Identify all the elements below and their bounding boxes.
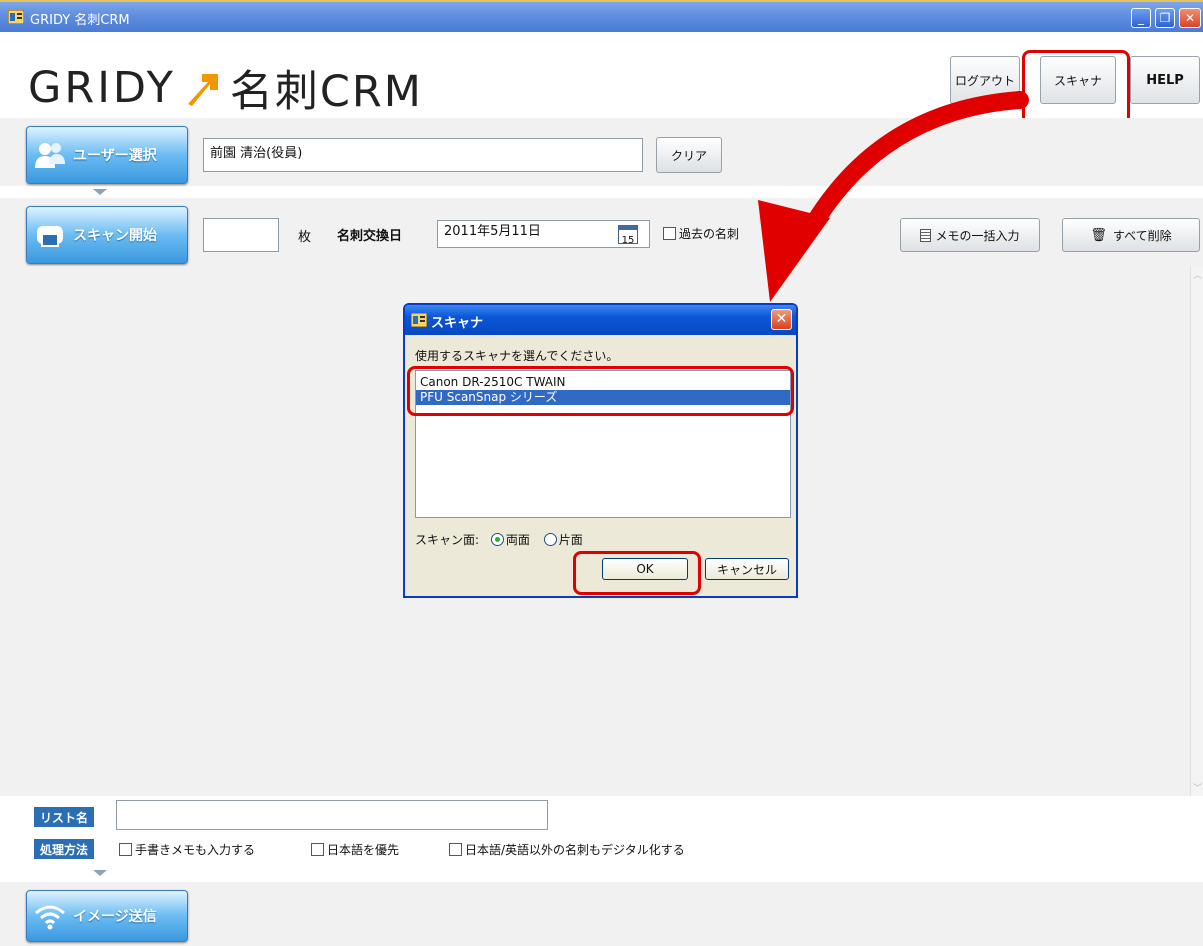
dialog-titlebar: スキャナ ✕ bbox=[405, 305, 796, 335]
printer-icon bbox=[37, 226, 63, 247]
simplex-radio[interactable] bbox=[543, 533, 557, 546]
calendar-day: 15 bbox=[621, 235, 635, 246]
japanese-priority-label: 日本語を優先 bbox=[327, 843, 400, 857]
window-titlebar: GRIDY 名刺CRM _ ❐ ✕ bbox=[0, 0, 1203, 32]
handwritten-checkbox[interactable] bbox=[119, 843, 132, 856]
content-scrollbar[interactable]: ︿ ﹀ bbox=[1190, 266, 1203, 796]
delete-all-label: すべて削除 bbox=[1112, 228, 1172, 243]
duplex-label: 両面 bbox=[505, 533, 530, 547]
user-field[interactable]: 前園 清治(役員) bbox=[203, 138, 643, 172]
select-user-button[interactable]: ユーザー選択 bbox=[26, 126, 188, 184]
simplex-option[interactable]: 片面 bbox=[543, 533, 583, 547]
exchange-date-label: 名刺交換日 bbox=[337, 229, 403, 244]
japanese-priority-option[interactable]: 日本語を優先 bbox=[311, 841, 399, 858]
help-button[interactable]: HELP bbox=[1130, 56, 1200, 104]
past-cards-checkbox[interactable] bbox=[663, 227, 676, 240]
handwritten-label: 手書きメモも入力する bbox=[135, 843, 256, 857]
send-bar: イメージ送信 bbox=[0, 882, 1203, 946]
start-scan-button[interactable]: スキャン開始 bbox=[26, 206, 188, 264]
past-cards-label: 過去の名刺 bbox=[679, 227, 740, 241]
scanner-list-highlight bbox=[407, 366, 794, 416]
users-icon bbox=[35, 143, 65, 168]
step-down-arrow-icon bbox=[93, 189, 107, 195]
past-cards-option[interactable]: 過去の名刺 bbox=[663, 225, 739, 242]
ok-highlight bbox=[573, 551, 701, 595]
delete-all-button[interactable]: 🗑 すべて削除 bbox=[1062, 218, 1200, 252]
clear-button[interactable]: クリア bbox=[656, 137, 722, 173]
gridy-logo: GRIDY 名刺CRM bbox=[28, 57, 423, 119]
bottom-options: リスト名 処理方法 手書きメモも入力する 日本語を優先 日本語/英語以外の名刺も… bbox=[0, 796, 1203, 864]
other-languages-checkbox[interactable] bbox=[449, 843, 462, 856]
start-scan-label: スキャン開始 bbox=[73, 228, 157, 244]
scan-side-group: スキャン面: 両面 片面 bbox=[415, 531, 583, 548]
handwritten-option[interactable]: 手書きメモも入力する bbox=[119, 841, 255, 858]
send-image-button[interactable]: イメージ送信 bbox=[26, 890, 188, 942]
scan-side-label: スキャン面: bbox=[415, 533, 480, 547]
trash-icon: 🗑 bbox=[1090, 227, 1107, 243]
annotation-arrow bbox=[758, 91, 1029, 302]
list-name-field[interactable] bbox=[116, 800, 548, 830]
list-name-tag: リスト名 bbox=[34, 807, 94, 827]
method-tag: 処理方法 bbox=[34, 839, 94, 859]
dialog-close-button[interactable]: ✕ bbox=[771, 309, 792, 330]
dialog-title: スキャナ bbox=[431, 316, 484, 331]
restore-button[interactable]: ❐ bbox=[1155, 8, 1175, 28]
calendar-icon[interactable]: 15 bbox=[618, 225, 638, 246]
exchange-date-value: 2011年5月11日 bbox=[444, 224, 541, 239]
step-down-arrow-icon-2 bbox=[93, 870, 107, 876]
duplex-option[interactable]: 両面 bbox=[490, 533, 530, 547]
logo-crm-text: 名刺CRM bbox=[229, 67, 423, 117]
dialog-app-icon bbox=[411, 313, 427, 327]
close-window-button[interactable]: ✕ bbox=[1179, 8, 1201, 28]
send-image-label: イメージ送信 bbox=[73, 909, 157, 925]
scroll-up-icon[interactable]: ︿ bbox=[1193, 268, 1202, 281]
window-title: GRIDY 名刺CRM bbox=[30, 13, 130, 28]
minimize-button[interactable]: _ bbox=[1131, 8, 1151, 28]
select-user-label: ユーザー選択 bbox=[73, 148, 157, 164]
dialog-prompt: 使用するスキャナを選んでください。 bbox=[415, 349, 619, 363]
logo-gridy-text: GRIDY bbox=[28, 63, 176, 113]
cancel-button[interactable]: キャンセル bbox=[705, 558, 789, 580]
scan-count-field[interactable] bbox=[203, 218, 279, 252]
count-unit-label: 枚 bbox=[298, 230, 312, 245]
simplex-label: 片面 bbox=[558, 533, 583, 547]
other-languages-option[interactable]: 日本語/英語以外の名刺もデジタル化する bbox=[449, 841, 685, 858]
duplex-radio[interactable] bbox=[490, 533, 504, 546]
wireless-icon bbox=[35, 905, 65, 930]
other-languages-label: 日本語/英語以外の名刺もデジタル化する bbox=[465, 843, 685, 857]
app-icon bbox=[8, 10, 24, 24]
logo-arrow-icon bbox=[187, 74, 218, 106]
japanese-priority-checkbox[interactable] bbox=[311, 843, 324, 856]
scroll-down-icon[interactable]: ﹀ bbox=[1193, 781, 1202, 794]
